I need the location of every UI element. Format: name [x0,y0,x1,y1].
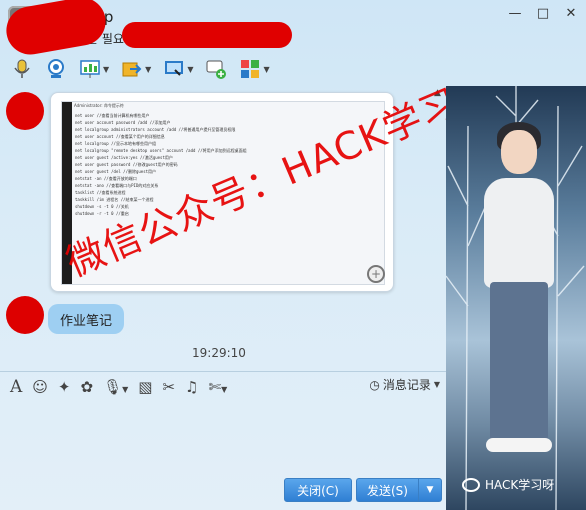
redaction-mark [2,0,110,59]
zoom-in-icon[interactable]: + [367,265,385,283]
screen-share-icon [165,61,184,76]
group-invite-icon [206,60,227,79]
title-bar: zp ★ 나는 필요… …람직이 저지른 잘못, 자제… — □ ✕ [0,0,586,59]
screenshot-title: Administrator: 命令提示符 [74,103,124,108]
screen-share-button[interactable]: ▼ [160,55,196,83]
sender-avatar[interactable] [6,296,44,334]
message-text: 作业笔记 [60,313,113,329]
chevron-down-icon[interactable]: ▼ [263,65,269,74]
chat-window: zp ★ 나는 필요… …람직이 저지른 잘못, 자제… — □ ✕ ▼ ▼ ▼ [0,0,586,510]
redaction-mark [122,22,292,48]
close-button[interactable]: 关闭(C) [284,478,352,502]
image-icon[interactable]: ▧ [138,378,152,396]
close-window-button[interactable]: ✕ [564,6,578,21]
microphone-icon [14,59,30,78]
input-toolbar: A ☺ ✦ ✿ 🎙▼ ▧ ✂ ♫ ✄▼ ◷ 消息记录 ▼ [0,374,446,400]
message-record-label: 消息记录 [382,378,431,392]
voice-call-button[interactable] [8,55,36,83]
emoji-icon[interactable]: ☺ [32,378,48,396]
brand-label: HACK学习呀 [462,476,554,493]
apps-button[interactable]: ▼ [236,55,272,83]
screenshot-icon[interactable]: ✂ [162,378,175,396]
wechat-icon [462,477,480,492]
chat-toolbar: ▼ ▼ ▼ ▼ [0,52,330,86]
chevron-down-icon[interactable]: ▼ [103,65,109,74]
character-figure [501,130,537,174]
font-icon[interactable]: A [10,377,22,397]
remote-desktop-button[interactable]: ▼ [76,55,112,83]
send-options-button[interactable]: ▼ [418,478,442,502]
divider [0,371,446,372]
maximize-button[interactable]: □ [536,6,550,21]
chevron-down-icon[interactable]: ▼ [187,65,193,74]
character-figure [486,438,552,452]
chevron-down-icon[interactable]: ▼ [145,65,151,74]
remote-desktop-icon [80,60,100,78]
video-call-button[interactable] [42,55,70,83]
video-call-icon [48,59,64,78]
message-input[interactable] [0,402,446,472]
apps-icon [241,60,260,78]
brand-text: HACK学习呀 [485,478,555,492]
music-icon[interactable]: ♫ [185,378,198,396]
character-figure [490,282,548,442]
contact-show-panel [446,86,586,510]
chevron-down-icon: ▼ [433,380,440,389]
microphone-icon[interactable]: 🎙▼ [103,378,128,396]
clock-icon: ◷ [369,377,380,392]
gift-icon[interactable]: ✿ [81,378,94,396]
character-figure [484,178,554,288]
text-message[interactable]: 作业笔记 [48,304,125,334]
screenshot-line: net user //查看当前计算机有哪些用户 [75,113,150,118]
file-transfer-icon [122,62,142,77]
window-controls: — □ ✕ [508,6,578,21]
scissors-icon[interactable]: ✄▼ [209,378,228,396]
message-timestamp: 19:29:10 [192,346,246,360]
group-invite-button[interactable] [202,55,230,83]
file-transfer-button[interactable]: ▼ [118,55,154,83]
send-button[interactable]: 发送(S) [356,478,418,502]
minimize-button[interactable]: — [508,6,522,21]
sender-avatar[interactable] [6,92,44,130]
magic-wand-icon[interactable]: ✦ [58,378,71,396]
message-record-button[interactable]: ◷ 消息记录 ▼ [369,376,440,393]
